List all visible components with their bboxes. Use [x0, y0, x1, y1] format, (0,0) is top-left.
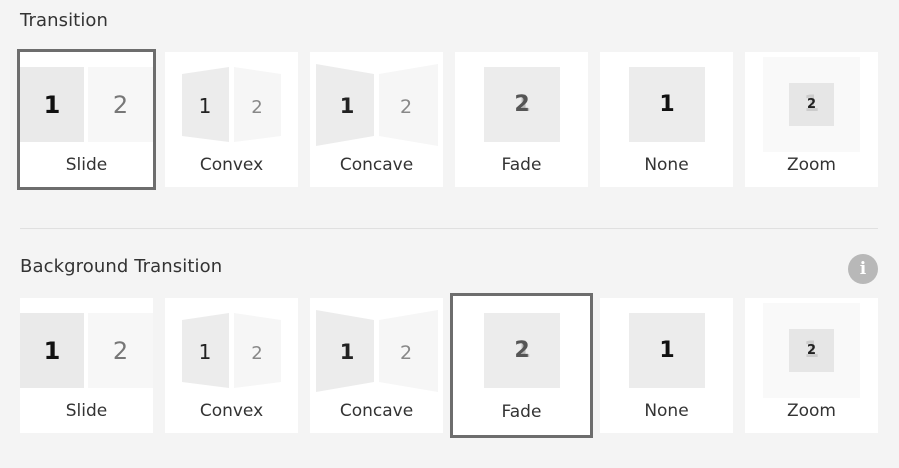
option-label: Fade	[501, 155, 542, 175]
background-option-slide[interactable]: 1 2 Slide	[20, 298, 153, 433]
slide-number-1: 1	[629, 67, 705, 142]
option-label: None	[644, 155, 689, 175]
section-divider	[20, 228, 878, 229]
option-label: Concave	[339, 155, 414, 175]
none-thumbnail: 1	[600, 52, 733, 147]
option-label: Fade	[501, 402, 542, 422]
transition-option-concave[interactable]: 1 2 Concave	[310, 52, 443, 187]
transition-option-slide[interactable]: 1 2 Slide	[17, 49, 156, 190]
background-option-none[interactable]: 1 None	[600, 298, 733, 433]
concave-thumbnail: 1 2	[310, 298, 443, 393]
option-label: Zoom	[786, 155, 836, 175]
slide-number-2: 2	[251, 343, 262, 364]
transition-option-zoom[interactable]: 1 2 Zoom	[745, 52, 878, 187]
slide-number-1: 1	[199, 94, 212, 118]
slide-number-2: 2	[400, 342, 412, 364]
option-label: Convex	[199, 401, 264, 421]
transition-option-fade[interactable]: 1 2 Fade	[455, 52, 588, 187]
slide-number-2: 2	[514, 338, 530, 363]
slide-number-1: 1	[43, 336, 61, 365]
fade-thumbnail: 1 2	[455, 52, 588, 147]
background-option-concave[interactable]: 1 2 Concave	[310, 298, 443, 433]
option-label: Slide	[65, 155, 108, 175]
zoom-thumbnail: 1 2	[745, 298, 878, 398]
info-icon[interactable]: i	[848, 254, 878, 284]
zoom-thumbnail: 1 2	[745, 52, 878, 152]
slide-thumbnail: 1 2	[20, 298, 153, 393]
slide-number-1: 1	[43, 90, 61, 119]
background-transition-section-title: Background Transition	[20, 256, 223, 277]
slide-number-2: 2	[112, 336, 129, 365]
background-option-convex[interactable]: 1 2 Convex	[165, 298, 298, 433]
option-label: Concave	[339, 401, 414, 421]
background-option-zoom[interactable]: 1 2 Zoom	[745, 298, 878, 433]
option-label: Zoom	[786, 401, 836, 421]
fade-thumbnail: 1 2	[455, 298, 588, 393]
option-label: Convex	[199, 155, 264, 175]
slide-number-2: 2	[251, 97, 262, 118]
convex-thumbnail: 1 2	[165, 298, 298, 393]
transition-section-title: Transition	[20, 10, 109, 31]
transition-option-convex[interactable]: 1 2 Convex	[165, 52, 298, 187]
slide-number-1: 1	[340, 340, 355, 364]
slide-thumbnail: 1 2	[20, 52, 153, 147]
option-label: Slide	[65, 401, 108, 421]
transition-option-none[interactable]: 1 None	[600, 52, 733, 187]
slide-number-1: 1	[629, 313, 705, 388]
slide-number-1: 1	[340, 94, 355, 118]
slide-number-2: 2	[806, 343, 817, 358]
convex-thumbnail: 1 2	[165, 52, 298, 147]
slide-number-1: 1	[199, 340, 212, 364]
info-glyph: i	[859, 259, 867, 279]
slide-number-2: 2	[400, 96, 412, 118]
transition-options: 1 2 Slide 1 2 Convex 1 2 Concave 1 2 Fad…	[17, 49, 880, 190]
none-thumbnail: 1	[600, 298, 733, 393]
option-label: None	[644, 401, 689, 421]
slide-number-2: 2	[112, 90, 129, 119]
slide-number-2: 2	[514, 92, 530, 117]
slide-number-2: 2	[806, 97, 817, 112]
concave-thumbnail: 1 2	[310, 52, 443, 147]
background-option-fade[interactable]: 1 2 Fade	[450, 293, 593, 438]
background-transition-options: 1 2 Slide 1 2 Convex 1 2 Concave 1 2 Fad…	[20, 293, 880, 438]
